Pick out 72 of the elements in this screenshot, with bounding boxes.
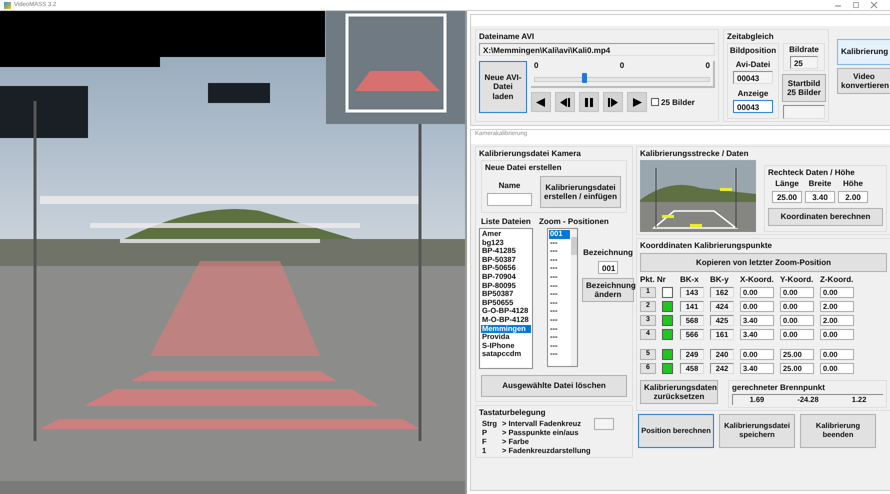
compute-coordinates-button[interactable]: Koordinaten berechnen [768, 208, 883, 226]
group-title: Rechteck Daten / Höhe [768, 168, 856, 177]
point-status-box[interactable] [662, 349, 673, 360]
frame-rate-field: 25 [790, 56, 818, 69]
copy-zoom-position-button[interactable]: Kopieren von letzter Zoom-Position [640, 253, 887, 272]
avi-frame-field: 00043 [733, 71, 773, 84]
column-header: Pkt. Nr [640, 275, 667, 284]
reset-calibration-button[interactable]: Kalibrierungsdaten zurücksetzen [640, 380, 718, 404]
step-forward-icon [607, 96, 619, 108]
group-title: Kalibrierungsdatei Kamera [479, 149, 582, 158]
point-status-box[interactable] [662, 329, 673, 340]
pause-icon [583, 96, 595, 108]
field-label: Name [498, 181, 520, 190]
create-file-button[interactable]: Kalibrierungsdatei erstellen / einfügen [540, 176, 621, 208]
slider-tick-label: 0 [620, 61, 624, 70]
point-status-box[interactable] [662, 363, 673, 374]
color-swatch[interactable] [594, 418, 614, 430]
pause-button[interactable] [579, 92, 599, 112]
group-title: Zeitabgleich [727, 32, 775, 41]
dimension-field[interactable]: 2.00 [838, 191, 868, 203]
start-frame-button[interactable]: Startbild 25 Bilder [782, 74, 826, 102]
point-status-box[interactable] [662, 301, 673, 312]
group-title: Neue Datei erstellen [485, 163, 562, 172]
dimension-field[interactable]: 25.00 [772, 191, 802, 203]
output-field [783, 105, 825, 119]
back-button[interactable] [531, 92, 551, 112]
column-header: BK-y [710, 275, 730, 284]
column-header: X-Koord. [740, 275, 774, 284]
group-title: Koorddinaten Kalibrierungspunkte [640, 241, 774, 250]
group-title: Dateiname AVI [479, 32, 536, 41]
checkbox[interactable]: 25 Bilder [651, 98, 695, 106]
group-title: Kalibrierungsstrecke / Daten [640, 149, 750, 158]
point-status-box[interactable] [662, 287, 673, 298]
group-title: Tastaturbelegung [479, 408, 547, 417]
display-frame-field[interactable]: 00043 [733, 100, 773, 113]
group-title: Bildrate [789, 45, 819, 54]
app-icon [4, 2, 11, 8]
load-avi-button[interactable]: Neue AVI-Datei laden [479, 61, 527, 113]
mode-button[interactable]: Kalibrierung [837, 39, 890, 65]
maximize-icon[interactable] [852, 1, 860, 9]
dimension-label: Höhe [842, 179, 864, 188]
field-label: Anzeige [738, 89, 768, 98]
slider-thumb[interactable] [582, 73, 587, 83]
column-header: Z-Koord. [820, 275, 854, 284]
label-field[interactable]: 001 [598, 261, 618, 274]
list-title: Liste Dateien [480, 217, 532, 226]
list-title: Zoom - Positionen [538, 217, 610, 226]
field-label: Avi-Datei [736, 60, 770, 69]
rename-button[interactable]: Bezeichnung ändern [582, 278, 634, 302]
step-back-button[interactable] [555, 92, 575, 112]
name-field[interactable] [487, 193, 532, 206]
play-icon [631, 96, 643, 108]
point-status-box[interactable] [662, 315, 673, 326]
close-icon[interactable] [870, 1, 878, 9]
slider-tick-label: 0 [706, 61, 710, 70]
mode-button[interactable]: Video konvertieren [837, 68, 890, 94]
column-header: Y-Koord. [780, 275, 814, 284]
group-title: gerechneter Brennpunkt [732, 383, 826, 392]
group-title: Bildposition [730, 46, 776, 55]
column-header: BK-x [680, 275, 700, 284]
dimension-field[interactable]: 3.40 [805, 191, 835, 203]
path-field[interactable]: X:\Memmingen\Kali\avi\Kali0.mp4 [479, 43, 715, 56]
scrollbar[interactable] [571, 229, 577, 366]
rewind-icon [535, 96, 547, 108]
play-button[interactable] [627, 92, 647, 112]
delete-file-button[interactable]: Ausgewählte Datei löschen [481, 375, 627, 397]
slider-tick-label: 0 [534, 61, 538, 70]
dimension-label: Breite [808, 179, 832, 188]
field-label: Bezeichnung [583, 248, 633, 257]
step-forward-button[interactable] [603, 92, 623, 112]
step-back-icon [559, 96, 571, 108]
dimension-label: Länge [774, 179, 800, 188]
